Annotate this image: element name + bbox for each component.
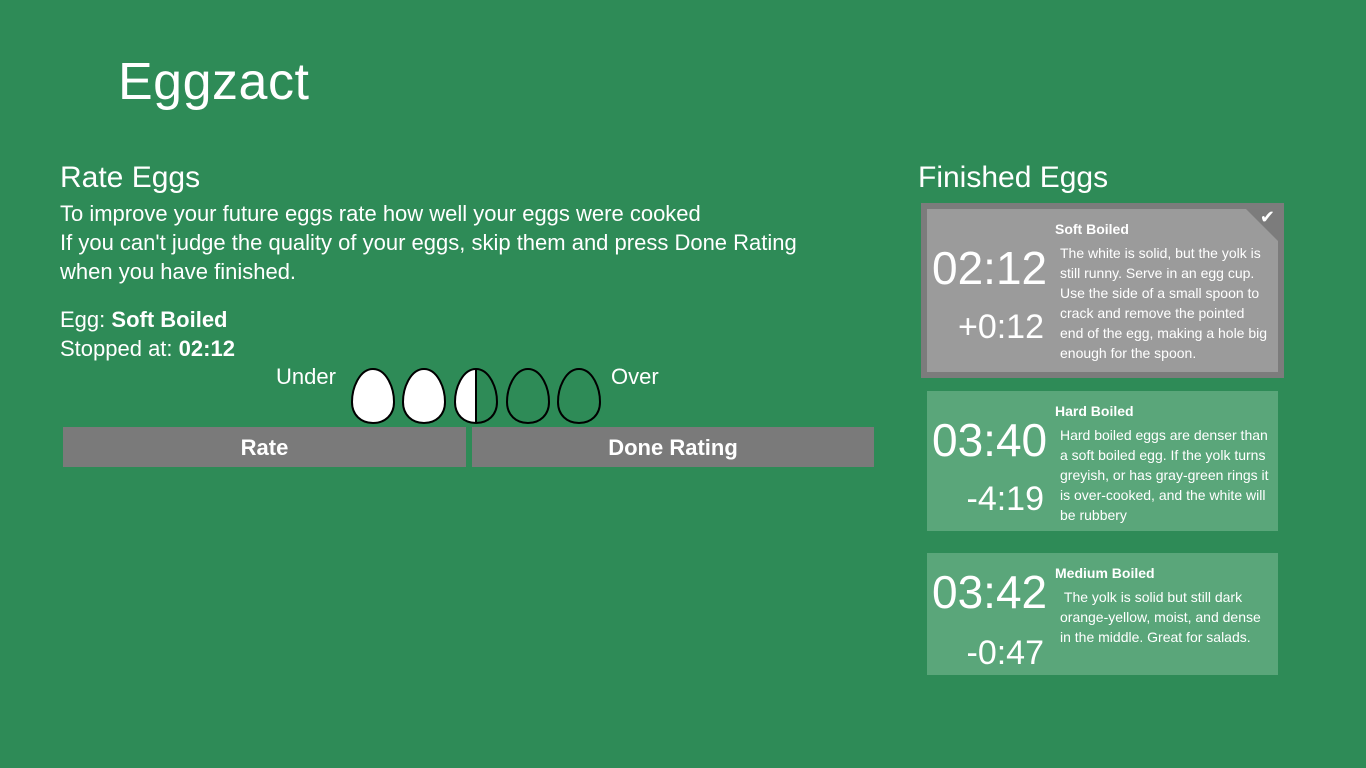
egg-type-label: Egg: bbox=[60, 307, 106, 332]
card-time-delta: -0:47 bbox=[966, 634, 1045, 672]
card-egg-name: Soft Boiled bbox=[1055, 221, 1129, 237]
stopped-at-line: Stopped at: 02:12 bbox=[60, 334, 235, 363]
finished-egg-card-hard-boiled[interactable]: 03:40 -4:19 Hard Boiled Hard boiled eggs… bbox=[927, 391, 1278, 531]
egg-rating-2-icon[interactable] bbox=[401, 367, 447, 425]
under-label: Under bbox=[276, 364, 336, 389]
egg-info: Egg: Soft Boiled Stopped at: 02:12 bbox=[60, 305, 235, 363]
egg-type-value: Soft Boiled bbox=[111, 307, 228, 332]
rate-button[interactable]: Rate bbox=[63, 427, 466, 467]
done-rating-button[interactable]: Done Rating bbox=[472, 427, 874, 467]
card-egg-name: Medium Boiled bbox=[1055, 565, 1155, 581]
card-time: 02:12 bbox=[932, 242, 1048, 294]
egg-rating-4-icon[interactable] bbox=[505, 367, 551, 425]
card-description: The white is solid, but the yolk is stil… bbox=[1060, 245, 1268, 361]
finished-egg-card-medium-boiled[interactable]: 03:42 -0:47 Medium Boiled The yolk is so… bbox=[927, 553, 1278, 675]
stopped-at-label: Stopped at: bbox=[60, 336, 173, 361]
egg-rating-3-half-icon[interactable] bbox=[453, 367, 499, 425]
card-egg-name: Hard Boiled bbox=[1055, 403, 1134, 419]
finished-eggs-title: Finished Eggs bbox=[918, 161, 1109, 194]
card-time: 03:40 bbox=[932, 414, 1048, 466]
instruction-line: If you can't judge the quality of your e… bbox=[60, 230, 797, 255]
rate-eggs-title: Rate Eggs bbox=[60, 161, 201, 194]
card-description: The yolk is solid but still dark orange-… bbox=[1060, 589, 1265, 645]
egg-rating-scale: Under Over bbox=[270, 362, 690, 428]
card-time-delta: +0:12 bbox=[957, 308, 1044, 346]
card-time-delta: -4:19 bbox=[966, 480, 1045, 518]
card-description: Hard boiled eggs are denser than a soft … bbox=[1060, 427, 1269, 523]
finished-egg-card-soft-boiled[interactable]: ✔ 02:12 +0:12 Soft Boiled The white is s… bbox=[921, 203, 1284, 378]
over-label: Over bbox=[611, 364, 659, 389]
instruction-line: To improve your future eggs rate how wel… bbox=[60, 201, 701, 226]
rate-instructions: To improve your future eggs rate how wel… bbox=[60, 199, 880, 286]
egg-type-line: Egg: Soft Boiled bbox=[60, 305, 235, 334]
egg-rating-1-icon[interactable] bbox=[350, 367, 396, 425]
checkmark-icon: ✔ bbox=[1259, 207, 1275, 227]
egg-rating-5-icon[interactable] bbox=[556, 367, 602, 425]
stopped-at-value: 02:12 bbox=[178, 336, 235, 361]
instruction-line: when you have finished. bbox=[60, 259, 297, 284]
app-title: Eggzact bbox=[118, 53, 310, 111]
card-time: 03:42 bbox=[932, 566, 1048, 618]
